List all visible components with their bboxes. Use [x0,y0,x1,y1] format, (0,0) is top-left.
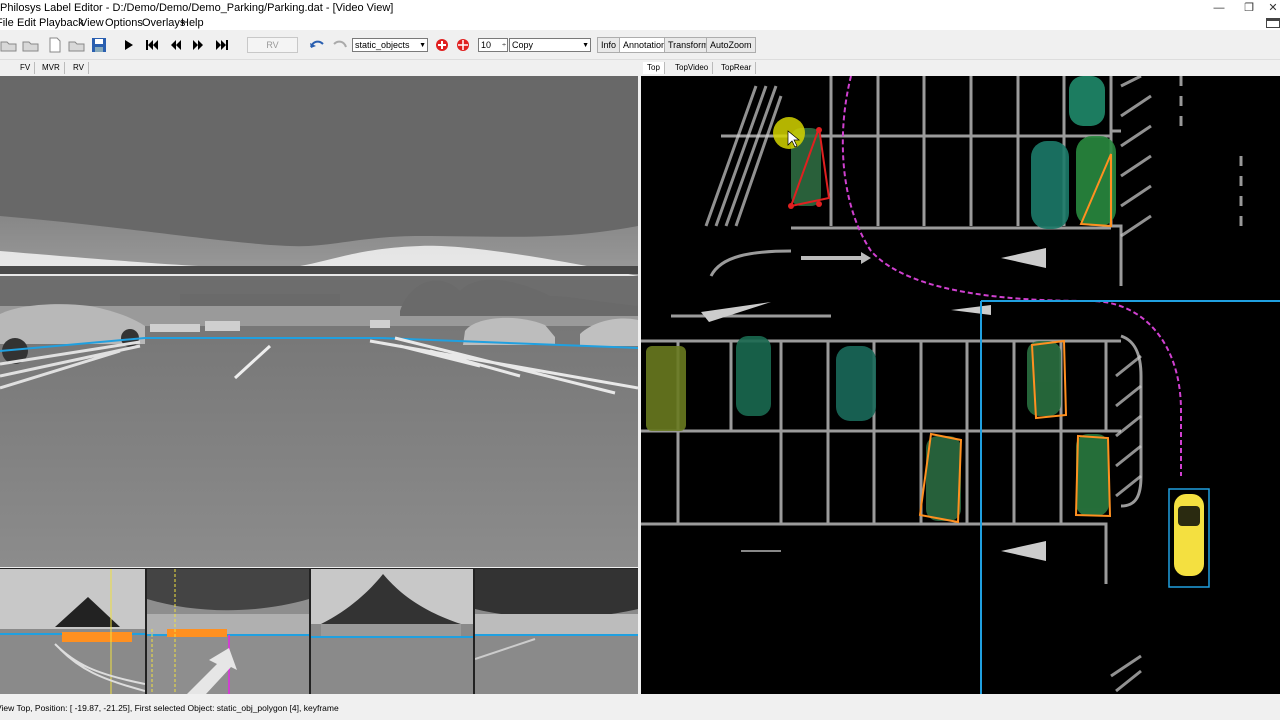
open-recent-icon[interactable] [22,37,40,53]
pointcloud-canvas [641,76,1280,694]
tab-toprear[interactable]: TopRear [717,62,757,74]
undo-icon[interactable] [308,37,326,53]
tab-rv[interactable]: RV [69,62,89,74]
title-bar: Philosys Label Editor - D:/Demo/Demo/Dem… [0,0,1280,16]
thumbnail-front[interactable] [0,569,145,694]
object-class-value: static_objects [355,40,410,50]
open-icon[interactable] [68,37,86,53]
mdi-restore-icon[interactable] [1266,18,1280,28]
tab-mvr[interactable]: MVR [38,62,65,74]
mode-value: Copy [512,40,534,50]
thumbnail-right[interactable] [475,569,638,694]
thumbnail-rear[interactable] [147,569,309,694]
menu-playback[interactable]: Playback [39,17,84,29]
window-title: Philosys Label Editor - D:/Demo/Demo/Dem… [0,2,394,14]
thumbnail-left-image [311,569,473,694]
mode-select[interactable]: Copy ▼ [509,38,591,52]
new-file-icon[interactable] [46,37,64,53]
skip-to-start-icon[interactable] [143,37,161,53]
thumbnail-left[interactable] [311,569,473,694]
play-icon[interactable] [119,37,137,53]
left-view-tabs: FV MVR RV [0,62,638,75]
fast-forward-icon[interactable] [189,37,207,53]
thumbnail-rear-image [147,569,309,694]
status-text: View Top, Position: [ -19.87, -21.25], F… [0,703,339,713]
tab-topvideo[interactable]: TopVideo [671,62,714,74]
view-name-field: RV [247,37,298,53]
tab-fv[interactable]: FV [16,62,36,74]
step-value: 10 [481,40,492,50]
step-spinbox[interactable]: 10 ÷ [478,38,508,52]
tab-top[interactable]: Top [643,62,665,74]
object-class-select[interactable]: static_objects ▼ [352,38,428,52]
status-bar: View Top, Position: [ -19.87, -21.25], F… [0,700,1280,716]
rear-camera-view[interactable] [0,76,638,567]
autozoom-button[interactable]: AutoZoom [706,37,756,53]
rewind-icon[interactable] [167,37,185,53]
toolbar: RV static_objects ▼ 10 ÷ Copy ▼ Info Ann… [0,31,1280,60]
spin-arrows-icon: ÷ [502,42,506,49]
skip-to-end-icon[interactable] [213,37,231,53]
chevron-down-icon: ▼ [582,42,589,49]
chevron-down-icon: ▼ [419,42,426,49]
thumbnail-front-image [0,569,145,694]
menu-help[interactable]: Help [181,17,204,29]
redo-icon [333,40,347,48]
minimize-button[interactable]: — [1204,0,1234,16]
info-button[interactable]: Info [597,37,621,53]
right-view-tabs: Top TopVideo TopRear [643,62,1280,75]
menu-bar: File Edit Playback View Options Overlays… [0,16,1280,30]
add-object-icon[interactable] [433,37,451,53]
annotation-button[interactable]: Annotation [619,37,671,53]
menu-edit[interactable]: Edit [17,17,36,29]
camera-thumbnails [0,568,638,694]
camera-image [0,76,638,567]
menu-options[interactable]: Options [105,17,143,29]
top-view-pointcloud[interactable] [641,76,1280,694]
move-object-icon[interactable] [454,37,472,53]
menu-overlays[interactable]: Overlays [142,17,185,29]
menu-file[interactable]: File [0,17,14,29]
close-button[interactable]: ✕ [1258,0,1280,16]
menu-view[interactable]: View [80,17,104,29]
open-folder-icon[interactable] [0,37,18,53]
thumbnail-right-image [475,569,638,694]
save-icon[interactable] [90,37,108,53]
